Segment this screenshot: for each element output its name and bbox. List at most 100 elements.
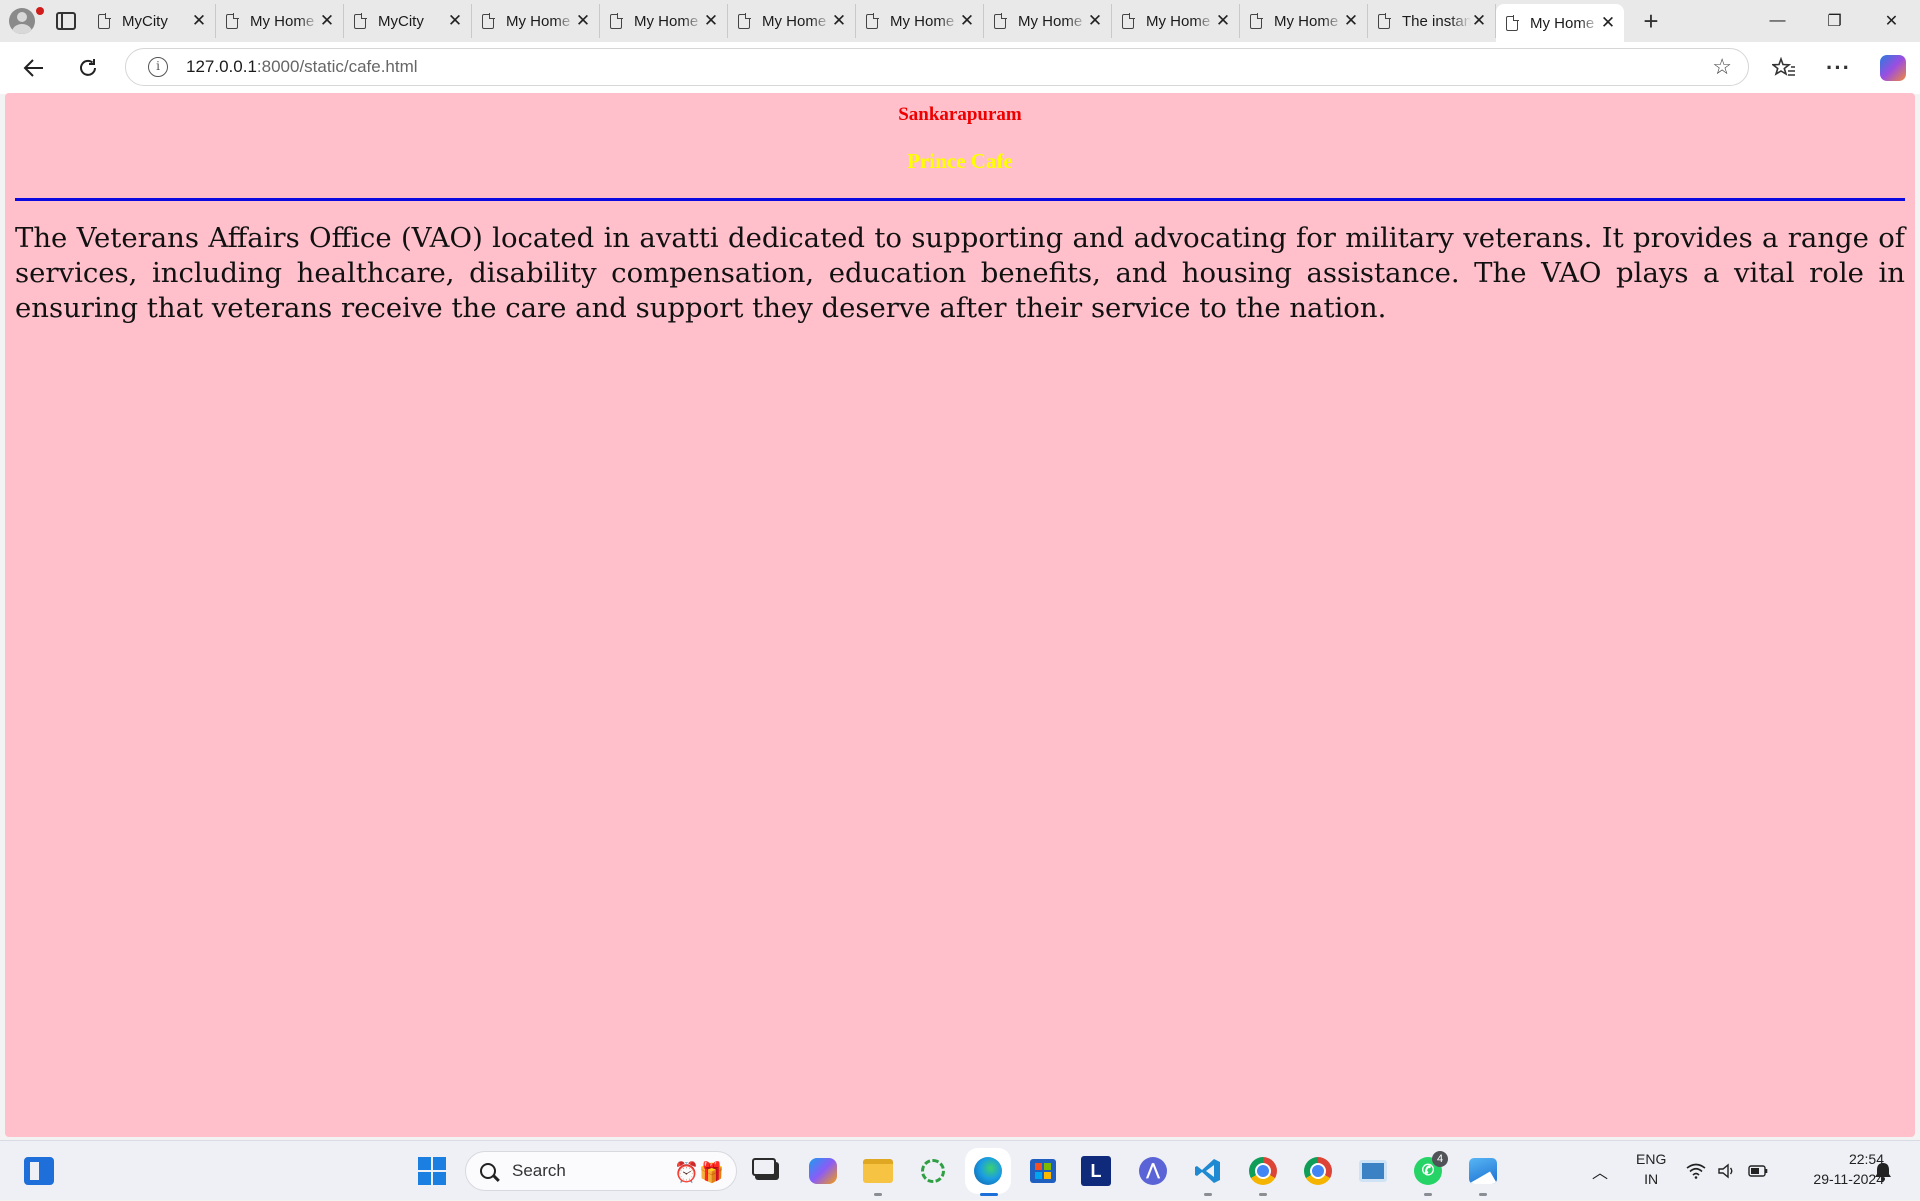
tab-close-icon[interactable]: ✕ bbox=[1600, 14, 1616, 31]
back-button[interactable] bbox=[10, 48, 58, 88]
refresh-button[interactable] bbox=[64, 48, 112, 88]
favorite-star-icon[interactable]: ☆ bbox=[1712, 56, 1732, 78]
tab[interactable]: My Home ✕ bbox=[856, 4, 984, 38]
tab[interactable]: My Home ✕ bbox=[728, 4, 856, 38]
tab-active[interactable]: My Home ✕ bbox=[1496, 4, 1624, 42]
page-icon bbox=[482, 12, 495, 29]
whatsapp-badge: 4 bbox=[1432, 1151, 1448, 1167]
edge-browser-icon[interactable] bbox=[971, 1154, 1005, 1188]
show-hidden-icons-button[interactable]: ︿ bbox=[1592, 1141, 1608, 1201]
profile-avatar-icon bbox=[9, 8, 35, 34]
page-icon bbox=[98, 12, 111, 29]
tab-close-icon[interactable]: ✕ bbox=[447, 12, 463, 29]
toolbar-right: ··· bbox=[1756, 42, 1920, 94]
tab-close-icon[interactable]: ✕ bbox=[1471, 12, 1487, 29]
back-icon bbox=[23, 59, 43, 77]
page-icon bbox=[1122, 12, 1135, 29]
tab[interactable]: My Home ✕ bbox=[1112, 4, 1240, 38]
more-options-button[interactable]: ··· bbox=[1811, 42, 1866, 94]
tab-close-icon[interactable]: ✕ bbox=[575, 12, 591, 29]
notifications-button[interactable] bbox=[1874, 1141, 1892, 1201]
page-icon bbox=[226, 12, 239, 29]
tab-title: The instance bbox=[1402, 12, 1471, 30]
horizontal-rule bbox=[15, 198, 1905, 201]
close-window-button[interactable]: ✕ bbox=[1863, 0, 1920, 42]
taskbar-search[interactable]: Search ⏰🎁 bbox=[465, 1151, 737, 1191]
tab-close-icon[interactable]: ✕ bbox=[959, 12, 975, 29]
language-indicator[interactable]: ENG IN bbox=[1636, 1149, 1666, 1189]
tab[interactable]: My Home ✕ bbox=[984, 4, 1112, 38]
page-icon bbox=[994, 12, 1007, 29]
favorites-button[interactable] bbox=[1756, 42, 1811, 94]
tab[interactable]: MyCity ✕ bbox=[344, 4, 472, 38]
l-app-icon[interactable]: L bbox=[1081, 1156, 1111, 1186]
page-icon bbox=[1506, 14, 1519, 31]
copilot-icon[interactable] bbox=[1880, 55, 1906, 81]
system-tray[interactable] bbox=[1686, 1141, 1768, 1201]
store-icon[interactable] bbox=[1026, 1154, 1060, 1188]
tab-close-icon[interactable]: ✕ bbox=[191, 12, 207, 29]
navigation-bar: i 127.0.0.1:8000/static/cafe.html ☆ ··· bbox=[0, 42, 1920, 94]
tab[interactable]: MyCity ✕ bbox=[88, 4, 216, 38]
tab-actions-button[interactable] bbox=[44, 0, 88, 42]
favorites-icon bbox=[1771, 57, 1795, 76]
tab[interactable]: My Home ✕ bbox=[216, 4, 344, 38]
start-icon-pane bbox=[433, 1172, 446, 1185]
tab-list: MyCity ✕ My Home ✕ MyCity ✕ My Home ✕ My Home ✕ My… bbox=[88, 0, 1624, 42]
tab-title: MyCity bbox=[378, 12, 424, 30]
file-explorer-icon[interactable] bbox=[861, 1154, 895, 1188]
start-button[interactable] bbox=[418, 1157, 446, 1185]
profile-button[interactable] bbox=[0, 0, 44, 42]
start-icon-pane bbox=[433, 1157, 446, 1170]
widgets-icon[interactable] bbox=[24, 1157, 54, 1185]
tab-close-icon[interactable]: ✕ bbox=[1343, 12, 1359, 29]
language-line2: IN bbox=[1644, 1171, 1659, 1187]
search-highlight-icon: ⏰🎁 bbox=[674, 1162, 724, 1184]
running-indicator bbox=[874, 1193, 882, 1196]
arc-app-icon[interactable]: ⋀ bbox=[1136, 1154, 1170, 1188]
tab[interactable]: My Home ✕ bbox=[472, 4, 600, 38]
photos-icon[interactable] bbox=[1466, 1154, 1500, 1188]
refresh-app-icon[interactable] bbox=[916, 1154, 950, 1188]
tab-title: MyCity bbox=[122, 12, 168, 30]
taskbar: Search ⏰🎁 L ⋀ ✆ 4 ︿ ENG IN 22:54 29-11-2… bbox=[0, 1140, 1920, 1200]
tab-close-icon[interactable]: ✕ bbox=[319, 12, 335, 29]
minimize-button[interactable]: — bbox=[1749, 0, 1806, 42]
tab[interactable]: The instance✕ bbox=[1368, 4, 1496, 38]
chrome-icon[interactable] bbox=[1246, 1154, 1280, 1188]
new-tab-button[interactable]: + bbox=[1624, 0, 1678, 42]
page-viewport: Sankarapuram Prince Cafe The Veterans Af… bbox=[5, 93, 1915, 1137]
bell-icon bbox=[1875, 1163, 1891, 1181]
chrome-profile-icon[interactable] bbox=[1301, 1154, 1335, 1188]
language-line1: ENG bbox=[1636, 1151, 1667, 1167]
tab-close-icon[interactable]: ✕ bbox=[1215, 12, 1231, 29]
copilot-app-icon[interactable] bbox=[806, 1154, 840, 1188]
tab-title: My Home bbox=[634, 12, 699, 30]
tab-close-icon[interactable]: ✕ bbox=[1087, 12, 1103, 29]
search-label: Search bbox=[512, 1161, 566, 1180]
tab-title: My Home bbox=[506, 12, 571, 30]
tab-actions-icon bbox=[56, 12, 76, 30]
site-info-icon[interactable]: i bbox=[148, 57, 168, 77]
tab-close-icon[interactable]: ✕ bbox=[703, 12, 719, 29]
tab-title: My Home bbox=[1530, 14, 1595, 32]
vscode-icon[interactable] bbox=[1191, 1154, 1225, 1188]
tab-title: My Home bbox=[762, 12, 827, 30]
task-view-icon[interactable] bbox=[750, 1154, 784, 1188]
tab-close-icon[interactable]: ✕ bbox=[831, 12, 847, 29]
tab[interactable]: My Home ✕ bbox=[1240, 4, 1368, 38]
running-indicator bbox=[1479, 1193, 1487, 1196]
page-icon bbox=[354, 12, 367, 29]
window-controls: — ❐ ✕ bbox=[1749, 0, 1920, 42]
page-icon bbox=[1378, 12, 1391, 29]
remote-desktop-icon[interactable] bbox=[1356, 1154, 1390, 1188]
tab-title: My Home bbox=[250, 12, 315, 30]
tab[interactable]: My Home ✕ bbox=[600, 4, 728, 38]
vscode-glyph-icon bbox=[1195, 1159, 1220, 1183]
city-heading: Sankarapuram bbox=[898, 104, 1022, 125]
address-bar[interactable]: i 127.0.0.1:8000/static/cafe.html ☆ bbox=[125, 48, 1749, 86]
restore-button[interactable]: ❐ bbox=[1806, 0, 1863, 42]
start-icon bbox=[418, 1157, 431, 1170]
running-indicator bbox=[1424, 1193, 1432, 1196]
tab-title: My Home bbox=[1274, 12, 1339, 30]
